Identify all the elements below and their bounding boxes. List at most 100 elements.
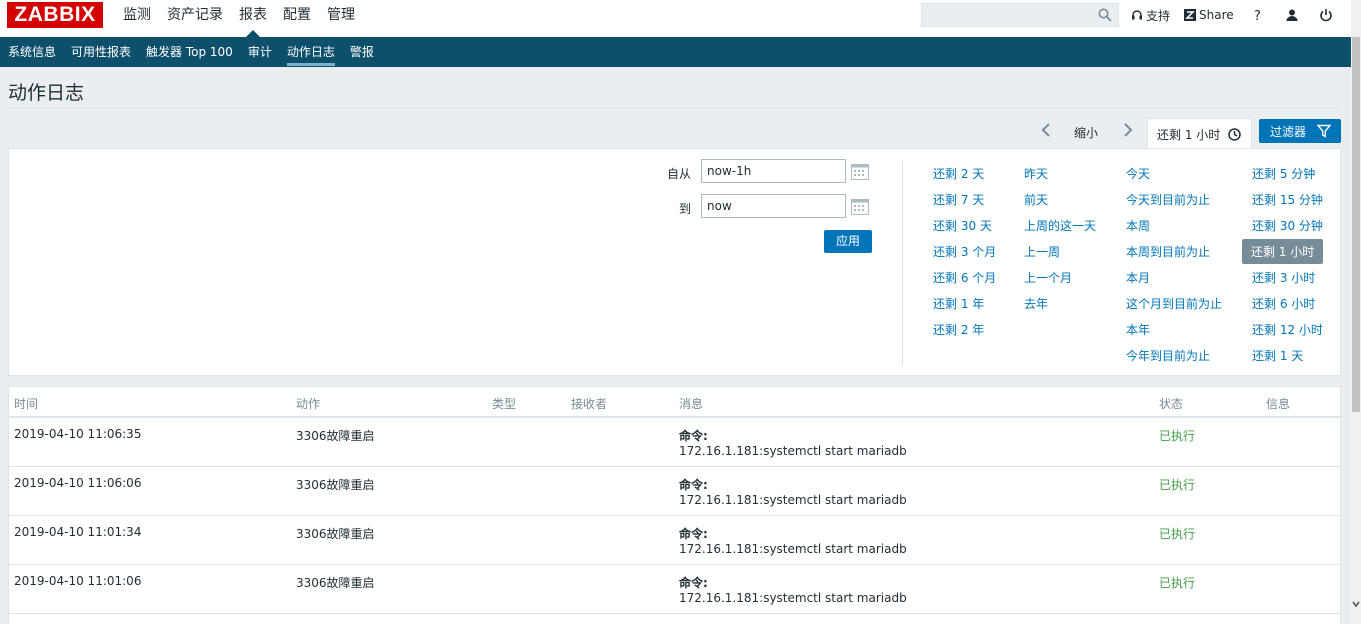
calendar-icon[interactable] [851,163,869,180]
row-message-body: 172.16.1.181:systemctl start mariadb [679,542,907,556]
row-status: 已执行 [1159,429,1196,443]
share-link[interactable]: Share [1184,8,1234,22]
quick-range-link[interactable]: 还剩 2 天 [933,165,984,182]
row-status: 已执行 [1159,478,1196,492]
row-time: 2019-04-10 11:06:35 [14,427,142,441]
row-action: 3306故障重启 [296,478,375,492]
column-header-type: 类型 [492,397,517,411]
time-range-label: 还剩 1 小时 [1157,127,1221,142]
quick-range-link[interactable]: 今年到目前为止 [1126,347,1210,364]
zabbix-share-icon [1184,9,1197,21]
svg-text:?: ? [1254,9,1261,22]
quick-range-link[interactable]: 还剩 3 个月 [933,243,996,260]
quick-range-link[interactable]: 这个月到目前为止 [1126,295,1222,312]
headset-icon [1132,10,1142,20]
quick-range-link[interactable]: 还剩 7 天 [933,191,984,208]
sign-out-icon[interactable] [1316,5,1336,25]
quick-range-link[interactable]: 上一个月 [1024,269,1072,286]
column-header-time[interactable]: 时间 [14,395,38,412]
table-row: 2019-04-10 11:01:34 3306故障重启 命令: 172.16.… [9,516,1340,565]
submenu-action-log[interactable]: 动作日志 [279,37,342,67]
quick-range-link[interactable]: 前天 [1024,191,1048,208]
quick-range-link[interactable]: 还剩 30 分钟 [1252,217,1323,234]
support-label: 支持 [1146,8,1171,23]
main-menu: 监测 资产记录 报表 配置 管理 [115,0,363,37]
search-input[interactable] [921,3,1119,27]
quick-range-link[interactable]: 本周 [1126,217,1150,234]
row-message-title: 命令: [679,429,708,443]
table-row: 2019-04-10 11:01:06 3306故障重启 命令: 172.16.… [9,565,1340,614]
share-label: Share [1199,8,1234,22]
submenu-availability-report[interactable]: 可用性报表 [63,37,138,67]
table-row: 2019-04-10 11:06:35 3306故障重启 命令: 172.16.… [9,418,1340,467]
zabbix-logo[interactable]: ZABBIX [7,2,103,28]
row-action: 3306故障重启 [296,429,375,443]
page-title: 动作日志 [8,82,85,104]
menu-monitoring[interactable]: 监测 [115,0,159,31]
row-status: 已执行 [1159,576,1196,590]
quick-range-link[interactable]: 还剩 6 小时 [1252,295,1315,312]
title-divider [8,107,1341,108]
row-message-title: 命令: [679,527,708,541]
column-header-recipient: 接收者 [571,397,608,411]
support-link[interactable]: 支持 [1131,7,1170,24]
next-period-icon[interactable] [1121,121,1135,139]
quick-range-link[interactable]: 今天到目前为止 [1126,191,1210,208]
column-header-info: 信息 [1266,397,1291,411]
filter-label: 过滤器 [1270,124,1307,139]
quick-range-link[interactable]: 还剩 5 分钟 [1252,165,1315,182]
column-header-status: 状态 [1159,397,1184,411]
quick-range-link[interactable]: 昨天 [1024,165,1048,182]
quick-range-link[interactable]: 还剩 3 小时 [1252,269,1315,286]
row-action: 3306故障重启 [296,527,375,541]
quick-range-link[interactable]: 还剩 1 年 [933,295,984,312]
zoom-out-button[interactable]: 缩小 [1074,124,1098,141]
filter-tab-button[interactable]: 过滤器 [1259,119,1341,143]
time-range-tab[interactable]: 还剩 1 小时 [1147,118,1252,149]
to-date-input[interactable]: now [701,194,846,218]
column-header-message: 消息 [679,397,704,411]
clock-icon [1228,127,1242,141]
sub-menu: 系统信息 可用性报表 触发器 Top 100 审计 动作日志 警报 [0,37,1351,67]
quick-range-link[interactable]: 还剩 15 分钟 [1252,191,1323,208]
previous-period-icon[interactable] [1039,121,1053,139]
row-action: 3306故障重启 [296,576,375,590]
quick-range-link[interactable]: 今天 [1126,165,1150,182]
action-log-table: 时间 动作 类型 接收者 消息 状态 信息 2019-04-10 11:06:3… [8,386,1341,624]
apply-button[interactable]: 应用 [824,230,872,253]
vertical-scrollbar[interactable] [1351,0,1361,624]
submenu-system-info[interactable]: 系统信息 [0,37,63,67]
row-time: 2019-04-10 11:01:06 [14,574,142,588]
menu-configuration[interactable]: 配置 [275,0,319,31]
quick-range-link[interactable]: 还剩 6 个月 [933,269,996,286]
row-message-body: 172.16.1.181:systemctl start mariadb [679,591,907,605]
menu-inventory[interactable]: 资产记录 [159,0,231,31]
user-profile-icon[interactable] [1282,5,1302,25]
menu-reports[interactable]: 报表 [231,0,275,37]
menu-administration[interactable]: 管理 [319,0,363,31]
quick-range-link[interactable]: 本月 [1126,269,1150,286]
submenu-audit[interactable]: 审计 [240,37,279,67]
quick-range-link[interactable]: 本年 [1126,321,1150,338]
calendar-icon[interactable] [851,198,869,215]
quick-range-link[interactable]: 去年 [1024,295,1048,312]
row-status: 已执行 [1159,527,1196,541]
scrollbar-thumb[interactable] [1352,37,1360,412]
quick-range-link[interactable]: 还剩 1 天 [1252,347,1303,364]
quick-range-link-selected[interactable]: 还剩 1 小时 [1242,239,1324,264]
quick-range-link[interactable]: 本周到目前为止 [1126,243,1210,260]
submenu-triggers-top100[interactable]: 触发器 Top 100 [138,37,240,67]
submenu-notifications[interactable]: 警报 [342,37,381,67]
quick-range-link[interactable]: 还剩 12 小时 [1252,321,1323,338]
quick-range-link[interactable]: 上一周 [1024,243,1060,260]
from-label: 自从 [667,167,692,181]
from-date-input[interactable]: now-1h [701,159,846,183]
row-message-body: 172.16.1.181:systemctl start mariadb [679,493,907,507]
quick-range-link[interactable]: 还剩 30 天 [933,217,992,234]
quick-range-link[interactable]: 还剩 2 年 [933,321,984,338]
help-icon[interactable]: ? [1248,5,1268,25]
scroll-down-arrow-icon[interactable] [1352,600,1360,608]
table-row: 2019-04-10 11:06:06 3306故障重启 命令: 172.16.… [9,467,1340,516]
search-icon[interactable] [1098,8,1112,22]
quick-range-link[interactable]: 上周的这一天 [1024,217,1096,234]
